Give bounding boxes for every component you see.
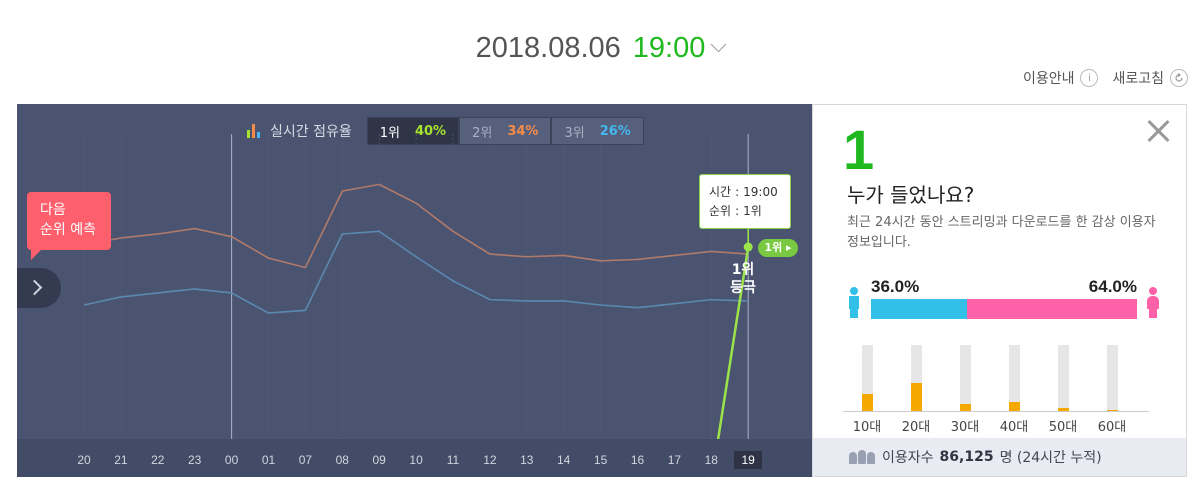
age-column: 10대 [843,345,891,435]
date-label: 2018.08.06 [475,32,621,64]
x-tick-label: 09 [372,453,386,467]
age-column: 20대 [892,345,940,435]
users-icon [849,450,876,464]
chart-tooltip: 시간:19:00 순위:1위 [699,174,791,229]
male-icon [849,287,859,318]
users-unit: 명 (24시간 누적) [999,450,1102,466]
panel-description: 최근 24시간 동안 스트리밍과 다운로드를 한 감상 이용자 정보입니다. [847,215,1156,250]
refresh-link[interactable]: 새로고침 [1112,68,1188,88]
x-tick-label: 19 [734,451,763,469]
close-button[interactable] [1146,119,1170,143]
female-percent: 64.0% [1088,277,1137,296]
x-tick-label: 21 [114,453,128,467]
age-bar-fill [862,393,873,411]
age-label: 10대 [852,420,882,435]
panel-question: 누가 들었나요? [847,183,975,207]
time-label: 19:00 [632,32,706,64]
x-tick-label: 12 [483,453,497,467]
prediction-nav-button[interactable] [17,268,61,308]
age-bar-fill [1058,407,1069,411]
age-column: 50대 [1039,345,1087,435]
gender-ratio: 36.0% 64.0% [849,275,1159,325]
x-tick-label: 01 [261,453,276,467]
age-label: 60대 [1097,420,1127,435]
info-icon: i [1080,69,1099,87]
realtime-chart-panel: 실시간 점유율 1위 40% 2위 34% 3위 26% 다음 순위 예측 시간… [17,104,812,477]
x-tick-label: 13 [520,453,534,467]
x-tick-label: 08 [335,453,349,467]
gender-bar-male [871,299,967,319]
refresh-label: 새로고침 [1112,71,1164,87]
gender-bar [871,299,1137,319]
page-root: 2018.08.06 19:00 이용안내 i 새로고침 실시간 점유율 1위 4… [0,0,1200,496]
x-tick-label: 11 [446,453,460,467]
age-label: 20대 [901,420,931,435]
age-bar-fill [1009,402,1020,411]
tooltip-time-label: 시간 [709,185,732,199]
age-bar-track [1107,345,1118,411]
x-tick-label: 16 [630,453,645,467]
prediction-line2: 순위 예측 [40,222,96,238]
age-bar-track [960,345,971,411]
rank-entry-line2: 등극 [730,280,756,296]
speech-tail [31,248,43,260]
age-bar-fill [1107,409,1118,411]
line-chart [83,134,753,477]
user-count-bar: 이용자수 86,125 명 (24시간 누적) [813,438,1186,476]
age-bar-track [1058,345,1069,411]
x-tick-label: 22 [151,453,165,467]
tooltip-time-value: 19:00 [743,185,778,199]
age-column: 30대 [941,345,989,435]
top-links: 이용안내 i 새로고침 [1009,68,1188,88]
next-rank-prediction-button[interactable]: 다음 순위 예측 [27,192,111,260]
age-label: 30대 [950,420,980,435]
age-bar-fill [911,383,922,411]
x-tick-label: 14 [557,453,571,467]
age-distribution-chart: 10대 20대 30대 40대 50대 60대 [843,335,1153,435]
x-tick-label: 00 [224,453,239,467]
tooltip-rank-value: 1위 [743,204,762,218]
listener-info-panel: 1 누가 들었나요? 최근 24시간 동안 스트리밍과 다운로드를 한 감상 이… [812,104,1187,477]
age-label: 50대 [1048,420,1078,435]
rank-entry-line1: 1위 [731,262,755,278]
age-bar-fill [960,404,971,411]
users-label: 이용자수 [882,450,934,466]
rank-entry-label: 1위 등극 [721,261,765,297]
age-label: 40대 [999,420,1029,435]
female-icon [1147,287,1159,318]
chevron-down-icon[interactable] [711,36,727,53]
refresh-icon [1170,69,1188,87]
current-point[interactable] [743,242,753,252]
panel-rank-number: 1 [843,118,875,181]
x-tick-label: 18 [704,453,718,467]
current-rank-text: 1위 [764,241,783,254]
guide-link[interactable]: 이용안내 i [1023,68,1099,88]
x-tick-label: 10 [409,453,423,467]
age-column: 40대 [990,345,1038,435]
x-tick-label: 07 [298,453,313,467]
prediction-line1: 다음 [40,202,66,218]
x-tick-label: 20 [77,453,91,467]
age-bar-track [911,345,922,411]
age-bar-track [1009,345,1020,411]
users-count: 86,125 [939,449,994,465]
x-tick-label: 15 [593,453,608,467]
x-tick-label: 17 [667,453,682,467]
chevron-right-icon [26,279,43,296]
age-bar-track [862,345,873,411]
age-column: 60대 [1088,345,1136,435]
male-percent: 36.0% [871,277,920,296]
current-rank-badge[interactable]: 1위 ▸ [758,239,798,257]
guide-label: 이용안내 [1022,71,1075,87]
datetime-selector[interactable]: 2018.08.06 19:00 [0,32,1200,65]
tooltip-rank-label: 순위 [709,204,732,218]
x-tick-label: 23 [188,453,202,467]
